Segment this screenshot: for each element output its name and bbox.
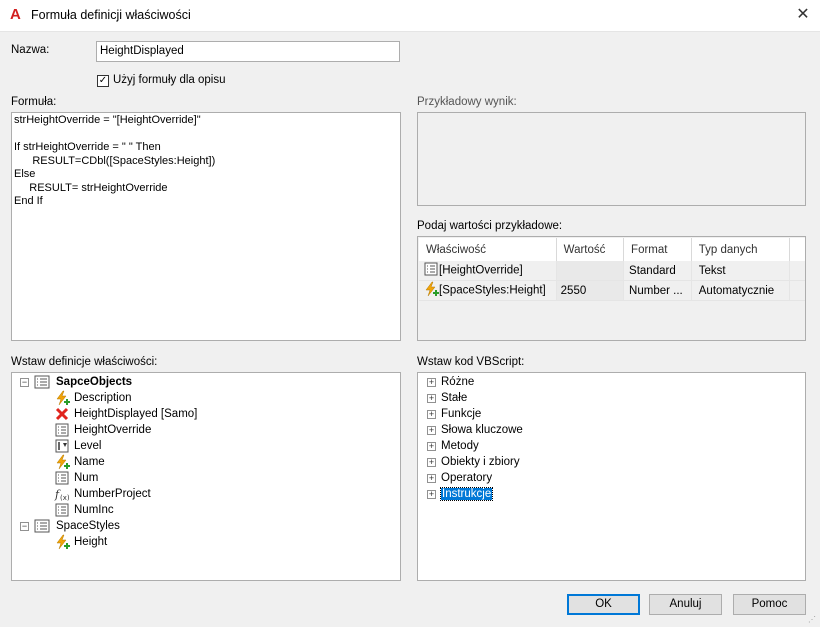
row-property: [SpaceStyles:Height] [439,284,546,297]
tree-item[interactable]: Name [74,454,105,470]
name-label: Nazwa: [11,44,50,56]
vbscript-item-label: Różne [441,376,475,388]
sample-values-grid[interactable]: Właściwość Wartość Format Typ danych [He… [417,236,806,341]
use-formula-checkbox[interactable]: ✓ [97,75,109,87]
vbscript-item-label: Słowa kluczowe [441,424,523,436]
collapse-icon[interactable]: − [20,378,29,387]
expand-icon[interactable]: + [427,394,436,403]
level-property-icon [54,438,70,454]
formula-line: RESULT= strHeightOverride [14,181,168,194]
name-field-value: HeightDisplayed [100,45,184,57]
formula-code: strHeightOverride = "[HeightOverride]" If… [14,114,215,209]
red-x-icon [54,406,70,422]
vbscript-item-label: Stałe [441,392,468,404]
property-set-icon [34,518,50,534]
row-type: Automatycznie [691,280,791,301]
tree-group[interactable]: SpaceStyles [56,518,120,534]
collapse-icon[interactable]: − [20,522,29,531]
vbscript-item-label: Instrukcje [439,487,494,501]
tree-item[interactable]: Description [74,390,132,406]
expand-icon[interactable]: + [427,378,436,387]
table-row[interactable]: [SpaceStyles:Height] 2550 Number ... Aut… [419,280,805,301]
property-list-icon [54,502,70,518]
expand-icon[interactable]: + [427,490,436,499]
close-icon[interactable]: ✕ [793,6,813,24]
cancel-button[interactable]: Anuluj [649,594,722,615]
formula-line: RESULT=CDbl([SpaceStyles:Height]) [14,154,216,167]
vbscript-item-label: Obiekty i zbiory [441,456,520,468]
tree-item[interactable]: Słowa kluczowe [441,422,523,438]
auto-property-icon [54,534,70,550]
auto-property-icon [54,454,70,470]
ok-button[interactable]: OK [567,594,640,615]
help-button[interactable]: Pomoc [733,594,806,615]
use-formula-label[interactable]: Użyj formuły dla opisu [113,74,225,86]
expand-icon[interactable]: + [427,442,436,451]
property-set-icon [34,374,50,390]
window-title: Formuła definicji właściwości [31,8,191,22]
expand-icon[interactable]: + [427,426,436,435]
tree-item[interactable]: Num [74,470,98,486]
name-field[interactable]: HeightDisplayed [96,41,400,62]
tree-item[interactable]: Obiekty i zbiory [441,454,520,470]
vbscript-tree-label: Wstaw kod VBScript: [417,356,525,368]
column-data-type[interactable]: Typ danych [691,238,791,261]
vbscript-tree[interactable]: + Różne + Stałe + Funkcje + Słowa kluczowe + Meto… [417,372,806,581]
tree-item[interactable]: Stałe [441,390,467,406]
column-property[interactable]: Właściwość [419,238,557,261]
column-format[interactable]: Format [623,238,692,261]
vbscript-item-label: Operatory [441,472,493,484]
table-row[interactable]: [HeightOverride] Standard Tekst [419,261,805,281]
property-tree-label: Wstaw definicje właściwości: [11,356,158,368]
vbscript-item-label: Funkcje [441,408,482,420]
vbscript-item-label: Metody [441,440,479,452]
formula-line: End If [14,195,43,207]
tree-item[interactable]: Height [74,534,107,550]
tree-item[interactable]: NumberProject [74,486,151,502]
row-value[interactable] [556,261,625,281]
sample-result-label: Przykładowy wynik: [417,96,517,108]
formula-line: If strHeightOverride = " " Then [14,141,161,153]
formula-line [14,128,215,142]
auto-property-icon [423,281,439,300]
column-value[interactable]: Wartość [556,238,625,261]
tree-item[interactable]: Metody [441,438,479,454]
tree-item[interactable]: Funkcje [441,406,481,422]
expand-icon[interactable]: + [427,410,436,419]
row-type: Tekst [691,261,791,281]
autocad-logo-icon: A [10,6,21,23]
tree-group[interactable]: SapceObjects [56,374,132,390]
tree-item[interactable]: NumInc [74,502,114,518]
row-format: Standard [623,261,692,281]
svg-text:(x): (x) [60,494,70,502]
formula-line: Else [14,168,36,180]
expand-icon[interactable]: + [427,474,436,483]
sample-values-label: Podaj wartości przykładowe: [417,220,563,232]
row-format: Number ... [623,280,692,301]
tree-item[interactable]: Level [74,438,102,454]
tree-item[interactable]: HeightDisplayed [Samo] [74,406,197,422]
property-list-icon [54,422,70,438]
resize-grip-icon[interactable]: ⋰ [808,615,818,625]
auto-property-icon [54,390,70,406]
row-value[interactable]: 2550 [556,280,625,301]
tree-item[interactable]: Różne [441,374,474,390]
tree-item[interactable]: Instrukcje [439,486,494,502]
sample-result-box [417,112,806,206]
row-property: [HeightOverride] [439,264,523,277]
expand-icon[interactable]: + [427,458,436,467]
formula-icon: f (x) [54,486,70,502]
formula-label: Formuła: [11,96,57,108]
property-list-icon [54,470,70,486]
tree-item[interactable]: Operatory [441,470,492,486]
property-tree[interactable]: − SapceObjects Description HeightDisplayed … [11,372,401,581]
formula-editor[interactable]: strHeightOverride = "[HeightOverride]" If… [11,112,401,341]
formula-line: strHeightOverride = "[HeightOverride]" [14,114,201,126]
property-list-icon [423,261,439,280]
tree-item[interactable]: HeightOverride [74,422,151,438]
